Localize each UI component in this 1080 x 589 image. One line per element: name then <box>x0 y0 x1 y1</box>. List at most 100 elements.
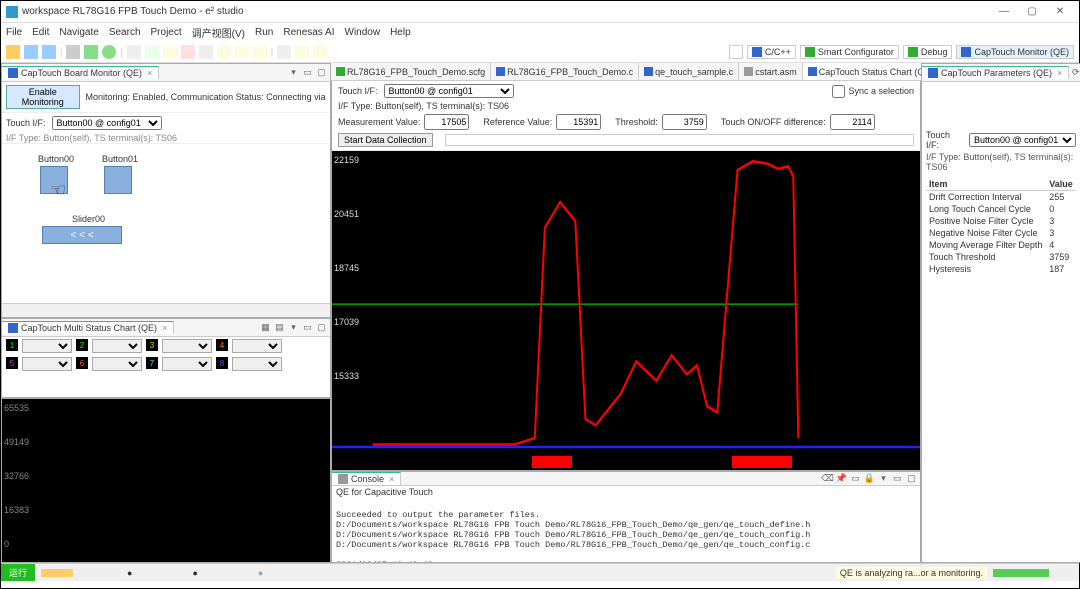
mini-3[interactable]: 3 <box>146 339 158 351</box>
close-icon[interactable]: × <box>389 474 394 484</box>
new-icon[interactable] <box>6 45 20 59</box>
mini-4[interactable]: 4 <box>216 339 228 351</box>
save-icon[interactable] <box>24 45 38 59</box>
build-icon[interactable] <box>66 45 80 59</box>
thr-value[interactable] <box>662 114 707 130</box>
sc-touchif-select[interactable]: Button00 @ config01 <box>384 84 514 98</box>
col-value[interactable]: Value <box>1046 178 1076 191</box>
display-icon[interactable]: ▭ <box>849 472 862 485</box>
run-status[interactable]: 运行 <box>1 564 35 581</box>
restart-icon[interactable] <box>277 45 291 59</box>
tab-scfg[interactable]: RL78G16_FPB_Touch_Demo.scfg <box>331 63 491 80</box>
refresh-icon[interactable]: ⟳ <box>1069 66 1080 79</box>
step-over-icon[interactable] <box>235 45 249 59</box>
skip-icon[interactable] <box>127 45 141 59</box>
tab-demo-c[interactable]: RL78G16_FPB_Touch_Demo.c <box>491 63 639 80</box>
close-icon[interactable]: × <box>147 68 152 78</box>
menu-file[interactable]: File <box>6 27 22 38</box>
step-return-icon[interactable] <box>253 45 267 59</box>
open-perspective-icon[interactable] <box>729 45 743 59</box>
sel-7[interactable] <box>162 357 212 371</box>
toggle1-icon[interactable]: ▦ <box>259 321 272 334</box>
menu-renesas-ai[interactable]: Renesas AI <box>283 27 334 38</box>
scroll-lock-icon[interactable]: 🔒 <box>863 472 876 485</box>
tab-params[interactable]: CapTouch Parameters (QE) × <box>922 66 1069 79</box>
maximize-view-icon[interactable]: ▢ <box>315 66 328 79</box>
perspective-captouch[interactable]: CapTouch Monitor (QE) <box>956 45 1074 59</box>
close-icon[interactable]: × <box>1057 68 1062 78</box>
meas-value[interactable] <box>424 114 469 130</box>
save-all-icon[interactable] <box>42 45 56 59</box>
tab-multi-status[interactable]: CapTouch Multi Status Chart (QE) × <box>2 321 174 334</box>
touch-if-select[interactable]: Button00 @ config01 <box>52 116 162 130</box>
tab-sample-c[interactable]: qe_touch_sample.c <box>639 63 739 80</box>
tab-board-monitor[interactable]: CapTouch Board Monitor (QE) × <box>2 66 159 79</box>
perspective-debug[interactable]: Debug <box>903 45 953 59</box>
maximize-button[interactable]: ▢ <box>1018 2 1046 22</box>
pin-console-icon[interactable]: 📌 <box>835 472 848 485</box>
menu-renesas-views[interactable]: 调产视图(V) <box>192 25 245 40</box>
menu-search[interactable]: Search <box>109 27 141 38</box>
maximize-view-icon[interactable]: ▢ <box>905 472 918 485</box>
view-menu-icon[interactable]: ▾ <box>287 321 300 334</box>
sel-8[interactable] <box>232 357 282 371</box>
p-iftype: I/F Type: Button(self), TS terminal(s): … <box>926 152 1076 172</box>
run-icon[interactable] <box>102 45 116 59</box>
mini-6[interactable]: 6 <box>76 357 88 369</box>
perspective-cpp[interactable]: C/C++ <box>747 45 796 59</box>
status-chart-canvas[interactable]: 22159 20451 18745 17039 15333 <box>332 151 920 470</box>
mini-1[interactable]: 1 <box>6 339 18 351</box>
clear-console-icon[interactable]: ⌫ <box>821 472 834 485</box>
nav-back-icon[interactable] <box>295 45 309 59</box>
close-icon[interactable]: × <box>162 323 167 333</box>
button01-shape[interactable] <box>104 166 132 194</box>
minimize-button[interactable]: — <box>990 2 1018 22</box>
export-icon[interactable]: ▤ <box>273 321 286 334</box>
sel-6[interactable] <box>92 357 142 371</box>
menu-window[interactable]: Window <box>345 27 381 38</box>
tab-console[interactable]: Console × <box>332 472 401 485</box>
sel-2[interactable] <box>92 339 142 353</box>
sel-4[interactable] <box>232 339 282 353</box>
ref-value[interactable] <box>556 114 601 130</box>
sensor-canvas[interactable]: Button00 Button01 ☜ Slider00 < < < <box>2 144 330 303</box>
mini-5[interactable]: 5 <box>6 357 18 369</box>
sel-1[interactable] <box>22 339 72 353</box>
sel-5[interactable] <box>22 357 72 371</box>
enable-monitoring-button[interactable]: Enable Monitoring <box>6 85 80 109</box>
minimize-view-icon[interactable]: ▭ <box>301 66 314 79</box>
close-button[interactable]: ✕ <box>1046 2 1074 22</box>
diff-value[interactable] <box>830 114 875 130</box>
resume-icon[interactable] <box>145 45 159 59</box>
tab-asm[interactable]: cstart.asm <box>739 63 803 80</box>
menu-navigate[interactable]: Navigate <box>59 27 98 38</box>
hscroll[interactable] <box>2 303 330 317</box>
minimize-view-icon[interactable]: ▭ <box>301 321 314 334</box>
minimize-view-icon[interactable]: ▭ <box>891 472 904 485</box>
mini-2[interactable]: 2 <box>76 339 88 351</box>
open-console-icon[interactable]: ▾ <box>877 472 890 485</box>
debug-icon[interactable] <box>84 45 98 59</box>
view-menu-icon[interactable]: ▾ <box>287 66 300 79</box>
maximize-view-icon[interactable]: ▢ <box>315 321 328 334</box>
step-into-icon[interactable] <box>217 45 231 59</box>
mini-7[interactable]: 7 <box>146 357 158 369</box>
menu-run[interactable]: Run <box>255 27 273 38</box>
col-item[interactable]: Item <box>926 178 1046 191</box>
perspective-smart-config[interactable]: Smart Configurator <box>800 45 899 59</box>
tab-status-chart[interactable]: CapTouch Status Chart (QE)× <box>803 63 921 80</box>
terminate-icon[interactable] <box>181 45 195 59</box>
p-touchif-select[interactable]: Button00 @ config01 <box>969 133 1076 147</box>
nav-fwd-icon[interactable] <box>313 45 327 59</box>
suspend-icon[interactable] <box>163 45 177 59</box>
sync-checkbox[interactable]: Sync a selection <box>832 85 914 98</box>
menu-project[interactable]: Project <box>151 27 182 38</box>
start-data-collection-button[interactable]: Start Data Collection <box>338 133 433 147</box>
sel-3[interactable] <box>162 339 212 353</box>
console-output[interactable]: Succeeded to output the parameter files.… <box>332 498 920 562</box>
disconnect-icon[interactable] <box>199 45 213 59</box>
menu-edit[interactable]: Edit <box>32 27 49 38</box>
mini-8[interactable]: 8 <box>216 357 228 369</box>
slider00-shape[interactable]: < < < <box>42 226 122 244</box>
menu-help[interactable]: Help <box>390 27 411 38</box>
